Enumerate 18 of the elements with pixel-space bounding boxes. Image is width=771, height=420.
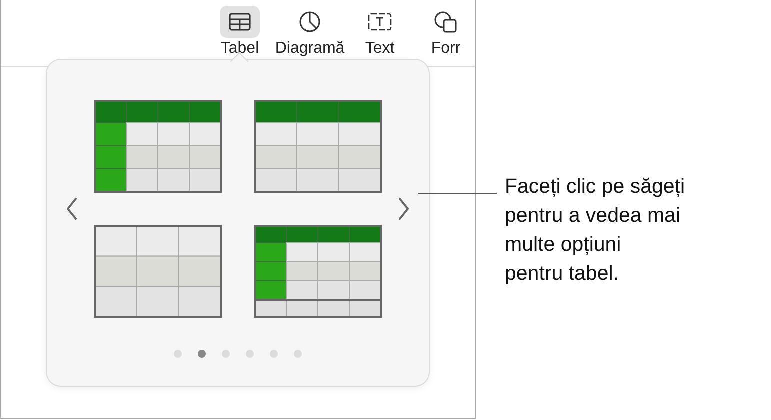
page-dot[interactable]: [246, 350, 254, 358]
page-dot[interactable]: [174, 350, 182, 358]
table-style-option[interactable]: [94, 100, 222, 193]
callout-text: Faceți clic pe săgeți pentru a vedea mai multe opțiuni pentru tabel.: [505, 174, 686, 287]
pie-chart-icon: [299, 11, 321, 33]
toolbar-button[interactable]: Text: [351, 0, 409, 66]
page-dot[interactable]: [222, 350, 230, 358]
table-style-option[interactable]: [94, 225, 222, 318]
table-icon: [229, 13, 251, 31]
page-dot[interactable]: [270, 350, 278, 358]
page-dot[interactable]: [198, 350, 206, 358]
text-box-icon: [368, 13, 392, 31]
table-style-option[interactable]: [254, 225, 382, 318]
toolbar-button[interactable]: Forr: [417, 0, 475, 66]
shapes-icon: [434, 11, 458, 33]
page-dot[interactable]: [294, 350, 302, 358]
toolbar-button[interactable]: Diagramă: [277, 0, 343, 66]
table-style-option[interactable]: [254, 100, 382, 193]
